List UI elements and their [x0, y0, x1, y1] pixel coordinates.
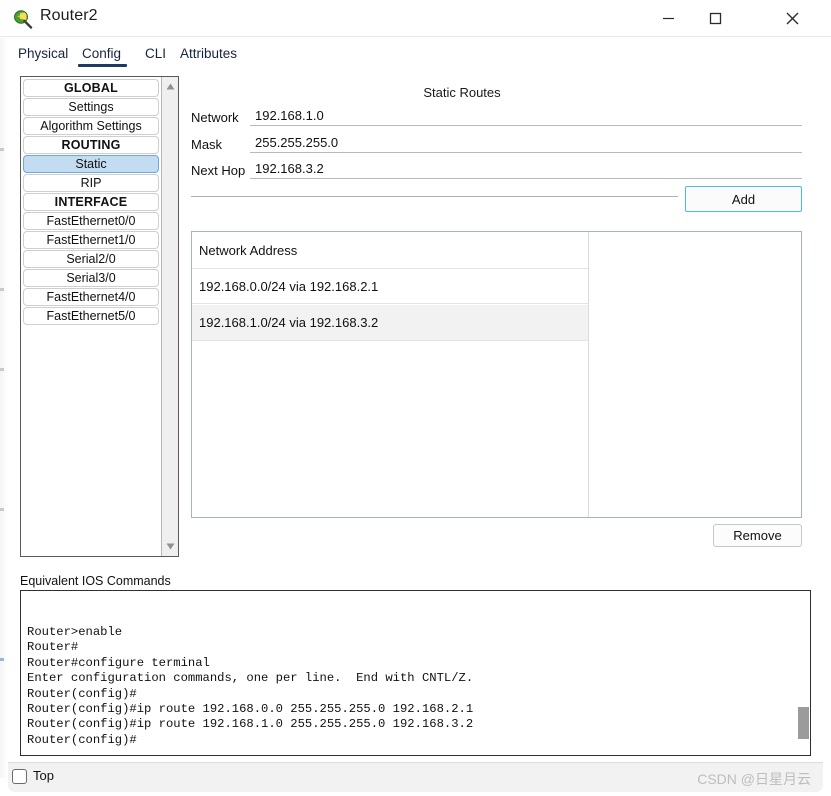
sidebar-item-fastethernet0-0[interactable]: FastEthernet0/0	[23, 212, 159, 230]
watermark-text: CSDN @日星月云	[697, 771, 811, 787]
scroll-up-icon[interactable]	[162, 78, 178, 95]
ios-commands-console[interactable]: Router>enable Router# Router#configure t…	[20, 590, 811, 756]
mask-input[interactable]	[250, 132, 802, 153]
table-header-network-address: Network Address	[192, 232, 588, 268]
tab-cli[interactable]: CLI	[143, 42, 168, 69]
sidebar-item-serial3-0[interactable]: Serial3/0	[23, 269, 159, 287]
sidebar-item-list: GLOBAL Settings Algorithm Settings ROUTI…	[21, 77, 161, 556]
scrollbar-thumb[interactable]	[798, 707, 809, 739]
top-checkbox[interactable]	[12, 769, 27, 784]
sidebar-item-fastethernet5-0[interactable]: FastEthernet5/0	[23, 307, 159, 325]
sidebar-group-routing: ROUTING	[23, 136, 159, 154]
router-config-window: Router2 Physical Config CLI Attributes G…	[0, 0, 831, 796]
sidebar-group-global: GLOBAL	[23, 79, 159, 97]
network-label: Network	[191, 110, 239, 125]
tab-bar: Physical Config CLI Attributes	[10, 42, 237, 69]
sidebar-item-rip[interactable]: RIP	[23, 174, 159, 192]
mask-label: Mask	[191, 137, 223, 152]
tab-attributes[interactable]: Attributes	[178, 42, 239, 69]
ios-console-scrollbar[interactable]	[796, 591, 810, 755]
next-hop-input[interactable]	[250, 158, 802, 179]
sidebar-item-settings[interactable]: Settings	[23, 98, 159, 116]
add-button[interactable]: Add	[685, 186, 802, 212]
tab-config[interactable]: Config	[78, 42, 128, 69]
sidebar-item-static[interactable]: Static	[23, 155, 159, 173]
window-footer: Top CSDN @日星月云	[8, 762, 823, 792]
sidebar-scrollbar[interactable]	[161, 77, 178, 556]
static-routes-table: Network Address 192.168.0.0/24 via 192.1…	[191, 231, 802, 518]
config-sidebar: GLOBAL Settings Algorithm Settings ROUTI…	[20, 76, 179, 557]
tab-physical[interactable]: Physical	[16, 42, 70, 69]
network-input[interactable]	[250, 105, 802, 126]
static-routes-title: Static Routes	[423, 85, 501, 100]
router-icon	[13, 9, 33, 29]
remove-button[interactable]: Remove	[713, 524, 802, 547]
next-hop-label: Next Hop	[191, 163, 246, 178]
sidebar-item-algorithm-settings[interactable]: Algorithm Settings	[23, 117, 159, 135]
ios-commands-text: Router>enable Router# Router#configure t…	[27, 625, 474, 747]
window-left-edge	[0, 38, 8, 778]
form-divider	[191, 196, 678, 197]
equivalent-ios-commands-label: Equivalent IOS Commands	[20, 574, 171, 588]
scroll-down-icon[interactable]	[162, 538, 178, 555]
table-column-divider	[588, 232, 589, 517]
sidebar-group-interface: INTERFACE	[23, 193, 159, 211]
minimize-icon[interactable]	[645, 0, 691, 37]
table-row[interactable]: 192.168.1.0/24 via 192.168.3.2	[192, 305, 588, 341]
top-checkbox-label: Top	[33, 768, 54, 783]
window-title: Router2	[40, 7, 98, 24]
maximize-icon[interactable]	[692, 0, 738, 37]
sidebar-item-fastethernet4-0[interactable]: FastEthernet4/0	[23, 288, 159, 306]
title-bar: Router2	[0, 0, 831, 37]
sidebar-item-serial2-0[interactable]: Serial2/0	[23, 250, 159, 268]
table-row[interactable]: 192.168.0.0/24 via 192.168.2.1	[192, 268, 588, 304]
close-icon[interactable]	[769, 0, 815, 37]
sidebar-item-fastethernet1-0[interactable]: FastEthernet1/0	[23, 231, 159, 249]
